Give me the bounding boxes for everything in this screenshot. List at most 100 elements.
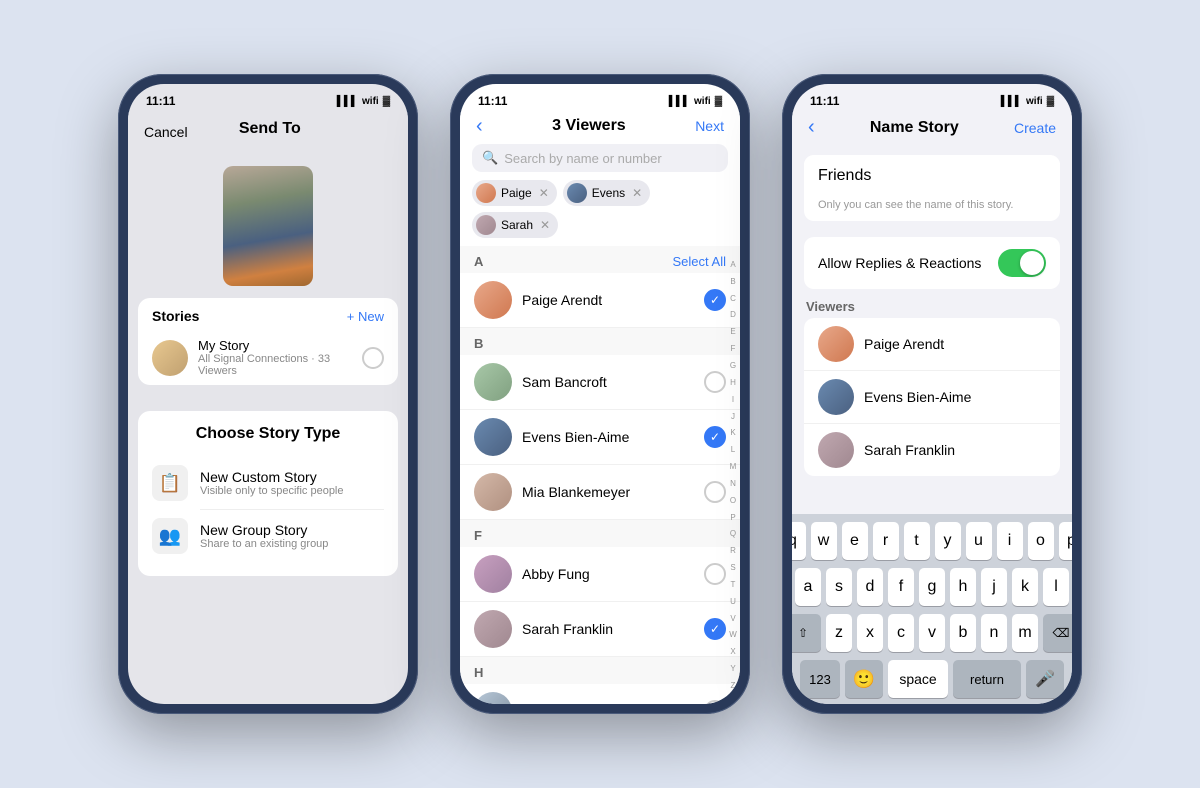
send-to-nav: Cancel Send To bbox=[128, 112, 408, 158]
my-story-row[interactable]: My Story All Signal Connections · 33 Vie… bbox=[138, 330, 398, 385]
key-mic[interactable]: 🎤 bbox=[1026, 660, 1064, 698]
viewers-section: Viewers Paige Arendt Evens Bien-Aime Sar… bbox=[804, 299, 1060, 476]
phone-3: 11:11 ▌▌▌ wifi ▓ ‹ Name Story Create Onl… bbox=[782, 74, 1082, 714]
key-c[interactable]: c bbox=[888, 614, 914, 652]
key-h[interactable]: h bbox=[950, 568, 976, 606]
key-w[interactable]: w bbox=[811, 522, 837, 560]
key-return[interactable]: return bbox=[953, 660, 1021, 698]
create-button[interactable]: Create bbox=[1014, 120, 1056, 136]
signal-icon-3: ▌▌▌ bbox=[1001, 96, 1022, 107]
section-f-header: F bbox=[460, 520, 740, 547]
key-num[interactable]: 123 bbox=[800, 660, 840, 698]
key-r[interactable]: r bbox=[873, 522, 899, 560]
name-evens-bien-aime: Evens Bien-Aime bbox=[522, 429, 694, 445]
key-space[interactable]: space bbox=[888, 660, 948, 698]
chip-remove-paige[interactable]: ✕ bbox=[539, 186, 549, 200]
key-i[interactable]: i bbox=[997, 522, 1023, 560]
key-b[interactable]: b bbox=[950, 614, 976, 652]
key-f[interactable]: f bbox=[888, 568, 914, 606]
key-s[interactable]: s bbox=[826, 568, 852, 606]
chip-sarah[interactable]: Sarah ✕ bbox=[472, 212, 558, 238]
replies-toggle[interactable] bbox=[998, 249, 1046, 277]
chip-paige[interactable]: Paige ✕ bbox=[472, 180, 557, 206]
key-emoji[interactable]: 🙂 bbox=[845, 660, 883, 698]
contact-keiko-hall[interactable]: Keiko Hall bbox=[460, 684, 740, 704]
key-k[interactable]: k bbox=[1012, 568, 1038, 606]
chip-avatar-sarah bbox=[476, 215, 496, 235]
alpha-index[interactable]: ABC DEF GHI JKL MNO PQR STU VWX YZ bbox=[726, 246, 740, 704]
chip-evens[interactable]: Evens ✕ bbox=[563, 180, 650, 206]
check-mia[interactable] bbox=[704, 481, 726, 503]
select-all-button[interactable]: Select All bbox=[673, 254, 726, 269]
phone-3-screen: 11:11 ▌▌▌ wifi ▓ ‹ Name Story Create Onl… bbox=[792, 84, 1072, 704]
replies-toggle-section: Allow Replies & Reactions bbox=[804, 237, 1060, 289]
check-keiko[interactable] bbox=[704, 700, 726, 704]
search-bar[interactable]: 🔍 Search by name or number bbox=[472, 144, 728, 172]
key-shift[interactable]: ⇧ bbox=[792, 614, 821, 652]
key-v[interactable]: v bbox=[919, 614, 945, 652]
key-t[interactable]: t bbox=[904, 522, 930, 560]
key-q[interactable]: q bbox=[792, 522, 806, 560]
check-abby[interactable] bbox=[704, 563, 726, 585]
viewers-section-title: Viewers bbox=[804, 299, 1060, 314]
check-evens[interactable]: ✓ bbox=[704, 426, 726, 448]
chip-remove-sarah[interactable]: ✕ bbox=[540, 218, 550, 232]
key-u[interactable]: u bbox=[966, 522, 992, 560]
phone-1-screen: 11:11 ▌▌▌ wifi ▓ Cancel Send To Stories … bbox=[128, 84, 408, 704]
status-icons-1: ▌▌▌ wifi ▓ bbox=[337, 96, 390, 107]
contact-sarah-franklin[interactable]: Sarah Franklin ✓ bbox=[460, 602, 740, 657]
key-e[interactable]: e bbox=[842, 522, 868, 560]
nav-spacer bbox=[352, 125, 392, 139]
group-story-option[interactable]: 👥 New Group Story Share to an existing g… bbox=[152, 510, 384, 562]
check-sam-bancroft[interactable] bbox=[704, 371, 726, 393]
chip-remove-evens[interactable]: ✕ bbox=[632, 186, 642, 200]
name-sam-bancroft: Sam Bancroft bbox=[522, 374, 694, 390]
contact-sam-bancroft[interactable]: Sam Bancroft bbox=[460, 355, 740, 410]
section-letter-b: B bbox=[474, 336, 483, 351]
key-g[interactable]: g bbox=[919, 568, 945, 606]
key-d[interactable]: d bbox=[857, 568, 883, 606]
section-letter-f: F bbox=[474, 528, 482, 543]
check-sarah[interactable]: ✓ bbox=[704, 618, 726, 640]
key-p[interactable]: p bbox=[1059, 522, 1073, 560]
name-mia-blankemeyer: Mia Blankemeyer bbox=[522, 484, 694, 500]
back-button-3[interactable]: ‹ bbox=[808, 116, 815, 139]
key-o[interactable]: o bbox=[1028, 522, 1054, 560]
story-image-inner bbox=[223, 166, 313, 286]
contact-abby-fung[interactable]: Abby Fung bbox=[460, 547, 740, 602]
name-keiko-hall: Keiko Hall bbox=[522, 703, 694, 704]
stories-label: Stories bbox=[152, 308, 199, 324]
sheet-handle bbox=[243, 395, 293, 399]
key-j[interactable]: j bbox=[981, 568, 1007, 606]
contact-paige-arendt[interactable]: Paige Arendt ✓ bbox=[460, 273, 740, 328]
custom-story-option[interactable]: 📋 New Custom Story Visible only to speci… bbox=[152, 457, 384, 509]
chip-avatar-evens bbox=[567, 183, 587, 203]
send-to-title: Send To bbox=[223, 116, 317, 148]
contact-mia-blankemeyer[interactable]: Mia Blankemeyer bbox=[460, 465, 740, 520]
key-delete[interactable]: ⌫ bbox=[1043, 614, 1072, 652]
key-l[interactable]: l bbox=[1043, 568, 1069, 606]
input-hint: Only you can see the name of this story. bbox=[804, 197, 1060, 221]
back-button-2[interactable]: ‹ bbox=[476, 116, 483, 136]
status-bar-1: 11:11 ▌▌▌ wifi ▓ bbox=[128, 84, 408, 112]
story-name-input[interactable] bbox=[804, 155, 1060, 197]
name-story-title: Name Story bbox=[870, 119, 959, 137]
next-button[interactable]: Next bbox=[695, 118, 724, 134]
key-z[interactable]: z bbox=[826, 614, 852, 652]
search-placeholder: Search by name or number bbox=[504, 151, 662, 166]
my-story-radio[interactable] bbox=[362, 347, 384, 369]
new-story-button[interactable]: + New bbox=[347, 309, 384, 324]
key-a[interactable]: a bbox=[795, 568, 821, 606]
viewer-row-sarah: Sarah Franklin bbox=[804, 424, 1060, 476]
contact-evens-bien-aime[interactable]: Evens Bien-Aime ✓ bbox=[460, 410, 740, 465]
key-m[interactable]: m bbox=[1012, 614, 1038, 652]
check-paige-arendt[interactable]: ✓ bbox=[704, 289, 726, 311]
my-story-info: My Story All Signal Connections · 33 Vie… bbox=[198, 338, 352, 377]
key-y[interactable]: y bbox=[935, 522, 961, 560]
battery-icon-3: ▓ bbox=[1047, 96, 1054, 107]
cancel-button[interactable]: Cancel bbox=[144, 124, 188, 140]
key-n[interactable]: n bbox=[981, 614, 1007, 652]
key-x[interactable]: x bbox=[857, 614, 883, 652]
wifi-icon-2: wifi bbox=[694, 96, 711, 107]
search-icon: 🔍 bbox=[482, 150, 498, 166]
